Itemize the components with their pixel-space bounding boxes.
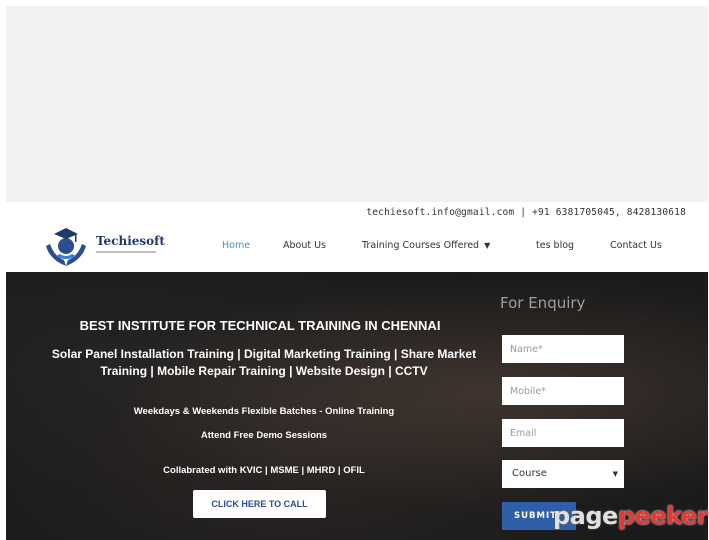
nav-item-training-courses[interactable]: Training Courses Offered ▼ [362,240,490,251]
watermark-part-2: peeker [617,502,709,530]
watermark-logo: pagepeeker [553,499,709,533]
chevron-down-icon: ▼ [612,470,618,478]
watermark-part-1: page [553,502,618,530]
hero-title: BEST INSTITUTE FOR TECHNICAL TRAINING IN… [79,318,441,333]
hero-collab: Collabrated with KVIC | MSME | MHRD | OF… [163,465,365,476]
contact-topbar: techiesoft.info@gmail.com | +91 63817050… [6,202,708,224]
logo-tagline-bar [96,251,156,253]
click-to-call-button[interactable]: CLICK HERE TO CALL [193,490,326,518]
hero-courses: Solar Panel Installation Training | Digi… [51,347,477,378]
course-select-value: Course [512,468,547,479]
site-logo[interactable]: Techiesoft [42,224,172,270]
nav-item-tes-blog[interactable]: tes blog [536,240,574,251]
nav-item-about-us[interactable]: About Us [283,240,326,251]
graduate-hands-logo-icon [46,228,86,266]
contact-info: techiesoft.info@gmail.com | +91 63817050… [366,207,686,218]
hero-batches: Weekdays & Weekends Flexible Batches - O… [133,406,395,417]
chevron-down-icon: ▼ [484,241,491,250]
nav-item-home[interactable]: Home [222,240,250,251]
nav-item-training-courses-label: Training Courses Offered [362,240,480,251]
course-select[interactable]: Course ▼ [502,460,624,488]
logo-text: Techiesoft [96,234,165,248]
hero-demo: Attend Free Demo Sessions [200,430,328,441]
blank-banner-area [6,6,708,202]
email-field[interactable] [502,419,624,447]
name-field[interactable] [502,335,624,363]
navbar: Techiesoft Home About Us Training Course… [6,224,708,272]
enquiry-title: For Enquiry [500,294,586,312]
mobile-field[interactable] [502,377,624,405]
nav-item-contact-us[interactable]: Contact Us [610,240,662,251]
